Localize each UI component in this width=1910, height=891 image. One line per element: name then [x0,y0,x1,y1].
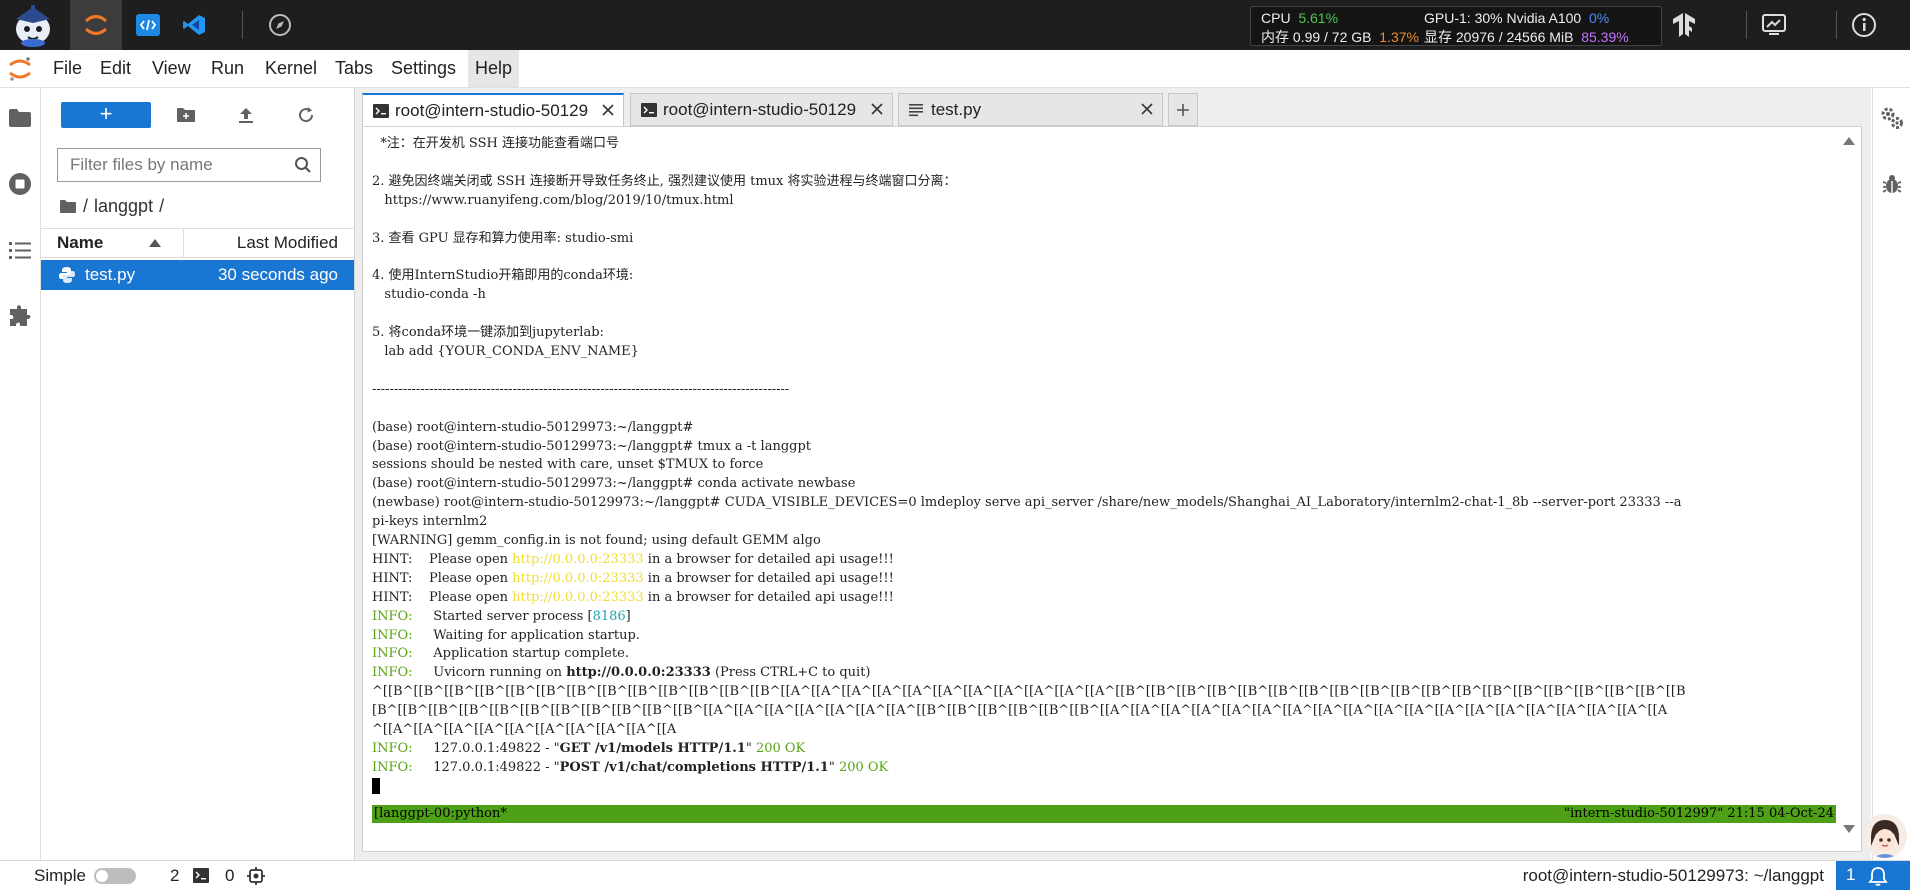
debugger-bug-icon[interactable] [1878,170,1906,198]
gpu-usage: 0% [1588,10,1610,26]
terminal-icon [641,103,657,117]
table-of-contents-icon[interactable] [6,236,34,264]
vram-usage: 85.39% [1581,29,1629,45]
search-icon [294,156,312,174]
tmux-host-time: "intern-studio-5012997" 21:15 04-Oct-24 [1563,806,1834,821]
left-activity-bar [0,88,41,860]
monitor-settings-icon[interactable] [1748,0,1800,50]
tab-close-icon[interactable] [1140,102,1154,116]
kernel-gear-icon[interactable] [247,867,265,885]
menu-kernel[interactable]: Kernel [258,50,324,87]
menu-edit[interactable]: Edit [93,50,138,87]
breadcrumb-root[interactable]: / [83,196,88,217]
notification-count: 1 [1846,865,1856,884]
intern-mascot-logo-icon[interactable] [10,3,56,47]
refresh-icon[interactable] [292,102,320,128]
simple-mode-toggle[interactable] [94,868,136,884]
file-list-header: Name Last Modified [41,228,354,258]
breadcrumb: / langgpt / [59,196,164,217]
info-icon[interactable] [1838,0,1890,50]
tab-test-py[interactable]: test.py [898,93,1163,126]
menu-tabs[interactable]: Tabs [328,50,380,87]
menu-help[interactable]: Help [468,50,520,87]
mem-label: 内存 0.99 / 72 GB [1261,29,1372,45]
menu-run[interactable]: Run [204,50,251,87]
terminal-output: *注：在开发机 SSH 连接功能查看端口号 2. 避免因终端关闭或 SSH 连接… [372,135,1832,798]
python-file-icon [59,267,75,283]
new-folder-icon[interactable] [172,102,200,128]
tab-terminal-2[interactable]: root@intern-studio-50129 [630,93,893,126]
tmux-session-label: [langgpt-00:python* [374,806,507,821]
tensorflow-icon[interactable] [1658,0,1710,50]
menu-view[interactable]: View [145,50,198,87]
extensions-puzzle-icon[interactable] [6,302,34,330]
file-filter-input[interactable] [68,149,292,181]
menu-bar: File Edit View Run Kernel Tabs Settings … [0,50,1910,88]
jupyter-logo-icon [8,56,32,82]
property-inspector-gears-icon[interactable] [1878,104,1906,132]
scroll-down-arrow-icon[interactable] [1843,825,1855,833]
menu-file[interactable]: File [46,50,89,87]
gpu-label: GPU-1: 30% Nvidia A100 [1424,10,1582,26]
tab-label: test.py [931,100,982,119]
tmux-status-line: [langgpt-00:python* "intern-studio-50129… [372,805,1836,823]
code-editor-app-icon[interactable] [122,0,174,50]
running-kernels-icon[interactable] [6,170,34,198]
terminal-icon [373,104,389,118]
upload-icon[interactable] [232,102,260,128]
menu-settings[interactable]: Settings [384,50,463,87]
right-sidebar [1872,88,1910,860]
status-bar: Simple 2 0 root@intern-studio-50129973: … [0,860,1910,891]
cpu-label: CPU [1261,10,1291,26]
file-browser-panel: + / langgpt / Name Last Modified [41,88,355,860]
notification-button[interactable]: 1 [1836,861,1910,890]
vscode-app-icon[interactable] [168,0,220,50]
tab-label: root@intern-studio-50129 [395,101,589,120]
resource-metrics-panel: CPU 5.61% 内存 0.99 / 72 GB 1.37% GPU-1: 3… [1250,6,1662,46]
compass-icon[interactable] [254,0,306,50]
file-list-item[interactable]: test.py 30 seconds ago [41,260,354,290]
breadcrumb-tail: / [159,196,165,216]
sort-ascending-icon[interactable] [149,239,161,247]
file-modified: 30 seconds ago [217,265,338,284]
cpu-usage: 5.61% [1298,10,1339,26]
breadcrumb-home-folder-icon[interactable] [59,199,77,214]
column-name-header[interactable]: Name [57,229,103,257]
terminal-path: root@intern-studio-50129973: ~/langgpt [1522,866,1824,885]
tab-close-icon[interactable] [870,102,884,116]
vram-label: 显存 20976 / 24566 MiB [1424,29,1574,45]
bell-icon [1868,866,1888,886]
top-bar: CPU 5.61% 内存 0.99 / 72 GB 1.37% GPU-1: 3… [0,0,1910,50]
mem-usage: 1.37% [1379,29,1419,45]
main-dock-area: root@intern-studio-50129 root@intern-stu… [355,88,1871,860]
new-launcher-button[interactable]: + [61,102,151,128]
tab-terminal-1[interactable]: root@intern-studio-50129 [362,93,624,127]
file-name: test.py [85,265,136,284]
terminal-count-icon[interactable] [193,868,209,884]
terminal-cursor [372,777,380,794]
simple-mode-label: Simple [34,866,86,885]
terminal-count[interactable]: 2 [170,861,179,891]
column-modified-header[interactable]: Last Modified [237,229,338,257]
tab-label: root@intern-studio-50129 [663,100,857,119]
folder-icon[interactable] [6,104,34,132]
kernel-count[interactable]: 0 [225,861,234,891]
file-filter-box [57,148,321,182]
assistant-avatar[interactable] [1863,814,1907,858]
scroll-up-arrow-icon[interactable] [1843,137,1855,145]
new-tab-plus-icon[interactable] [1168,93,1198,126]
terminal-panel[interactable]: *注：在开发机 SSH 连接功能查看端口号 2. 避免因终端关闭或 SSH 连接… [362,126,1862,852]
tab-close-icon[interactable] [601,103,615,117]
text-file-icon [909,103,923,117]
jupyter-app-icon[interactable] [70,0,122,50]
breadcrumb-langgpt[interactable]: langgpt [94,196,153,217]
